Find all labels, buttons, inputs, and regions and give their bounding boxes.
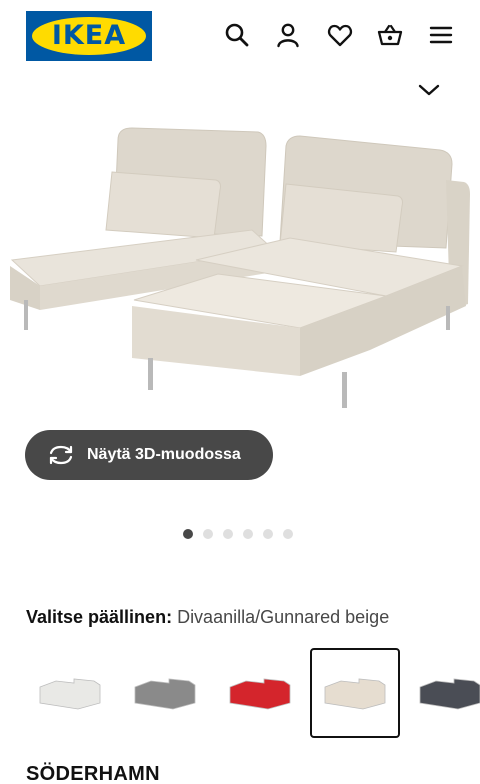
cover-options: [0, 648, 480, 738]
cover-option[interactable]: [120, 648, 210, 738]
rotate-icon: [47, 444, 75, 466]
product-image[interactable]: [0, 110, 480, 430]
menu-icon[interactable]: [428, 22, 454, 48]
cover-selector-heading: Valitse päällinen: Divaanilla/Gunnared b…: [26, 607, 389, 628]
cover-swatch-shape: [324, 678, 386, 710]
cover-swatch-shape: [134, 678, 196, 710]
search-icon[interactable]: [224, 22, 250, 48]
cover-option-selected[interactable]: [310, 648, 400, 738]
cover-label: Valitse päällinen:: [26, 607, 173, 627]
site-header: IKEA: [0, 0, 480, 72]
carousel-dot[interactable]: [243, 529, 253, 539]
cart-icon[interactable]: [377, 22, 403, 48]
carousel-dot[interactable]: [203, 529, 213, 539]
carousel-dot[interactable]: [263, 529, 273, 539]
user-icon[interactable]: [275, 22, 301, 48]
cover-option[interactable]: [405, 648, 480, 738]
product-name: SÖDERHAMN: [26, 763, 160, 784]
chevron-down-icon[interactable]: [417, 80, 441, 100]
cover-value: Divaanilla/Gunnared beige: [172, 607, 390, 627]
view-3d-button[interactable]: Näytä 3D-muodossa: [25, 430, 273, 480]
carousel-dot[interactable]: [223, 529, 233, 539]
logo-text: IKEA: [51, 20, 127, 51]
heart-icon[interactable]: [327, 22, 353, 48]
carousel-dot[interactable]: [183, 529, 193, 539]
cover-option[interactable]: [215, 648, 305, 738]
cover-swatch-shape: [39, 678, 101, 710]
carousel-indicator: [183, 529, 293, 539]
ikea-logo[interactable]: IKEA: [26, 11, 152, 61]
cover-option[interactable]: [25, 648, 115, 738]
carousel-dot[interactable]: [283, 529, 293, 539]
view-3d-label: Näytä 3D-muodossa: [87, 446, 241, 463]
cover-swatch-shape: [229, 678, 291, 710]
cover-swatch-shape: [419, 678, 480, 710]
